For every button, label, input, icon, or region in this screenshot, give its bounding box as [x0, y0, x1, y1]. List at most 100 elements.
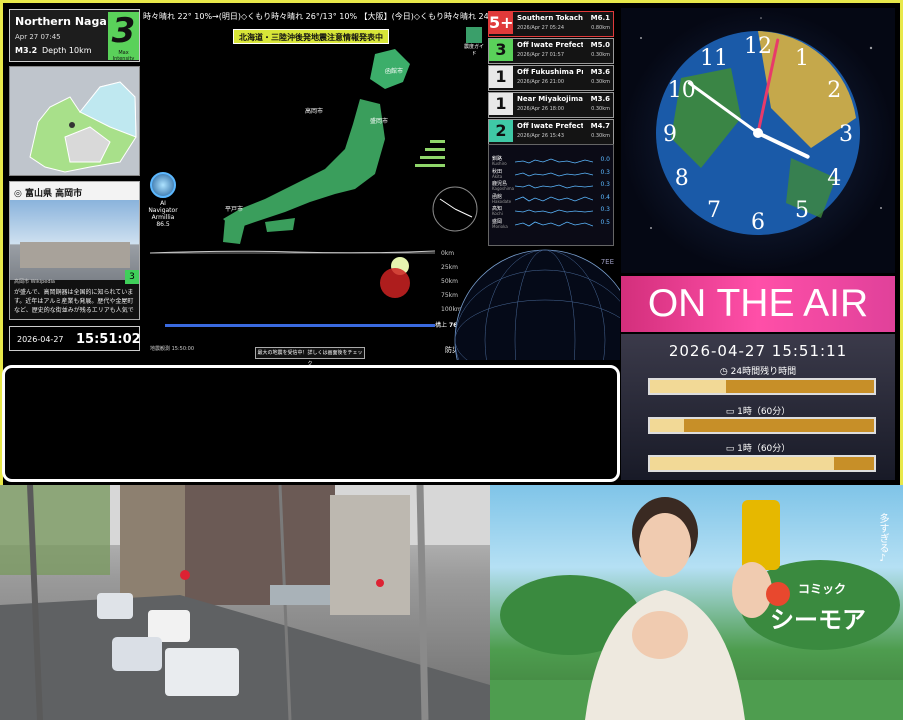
list-date: 2026/Apr 27 01:57 — [517, 52, 565, 58]
caption-box — [2, 365, 620, 482]
bar-label: ▭ 1時（60分） — [725, 444, 791, 454]
list-depth: 0.30km — [591, 133, 610, 139]
list-place: Near Miyakojima — [517, 95, 583, 103]
city-info-card[interactable]: ◎ 富山県 高岡市 3 高岡市 Wikipedia が盛んで、高岡銅器は全国的に… — [9, 181, 140, 320]
seismo-row: 釧路 Kushiro 0.0 — [492, 156, 610, 166]
location-pin-icon: ◎ — [14, 189, 25, 199]
city-description: が盛んで、高岡銅器は全国的に知られています。近年はアルミ産業も発展。歴代や金屋町… — [14, 289, 134, 314]
progress-fill — [650, 419, 684, 432]
quake-date: Apr 27 07:45 — [15, 33, 61, 41]
list-item[interactable]: 5+ Southern Tokachi I 2026/Apr 27 05:24 … — [488, 11, 614, 37]
ad-tagline: 多すぎる♪ — [877, 513, 888, 564]
clock-number: 1 — [795, 46, 809, 71]
progress-bar — [648, 455, 876, 472]
seismo-row: 函館 Hakodate 0.4 — [492, 193, 610, 204]
list-item[interactable]: 3 Off Iwate Prefectur 2026/Apr 27 01:57 … — [488, 38, 614, 64]
weather-ticker: 時々晴れ 22° 10%→(明日)◇くもり時々晴れ 26°/13° 10% 【大… — [143, 12, 488, 21]
clock-number: 9 — [663, 122, 677, 147]
quake-place: Northern Naga — [15, 15, 107, 28]
grid-icon — [466, 27, 482, 43]
bar-label: ▭ 1時（60分） — [725, 407, 791, 417]
list-date: 2026/Apr 26 21:00 — [517, 79, 565, 85]
on-the-air-banner: ON THE AIR — [621, 276, 895, 332]
city-badge: 3 — [125, 270, 139, 284]
region-map — [9, 66, 140, 176]
detail-check-button[interactable]: 最大の地震を受信中！詳しくは画面後をチェック — [255, 347, 365, 367]
list-mag: M4.7 — [590, 122, 610, 130]
progress-fill — [650, 457, 834, 470]
globe-grid — [454, 249, 620, 360]
list-mag: M5.0 — [590, 41, 610, 49]
local-date: 2026-04-27 — [17, 335, 64, 344]
list-date: 2026/Apr 26 18:00 — [517, 106, 565, 112]
list-mag: M6.1 — [590, 14, 610, 22]
list-depth: 0.30km — [591, 52, 610, 58]
intensity-value: 3 — [111, 11, 136, 51]
list-intensity: 2 — [489, 120, 513, 142]
list-date: 2026/Apr 27 05:24 — [517, 25, 565, 31]
list-item[interactable]: 1 Near Miyakojima 2026/Apr 26 18:00 M3.6… — [488, 92, 614, 118]
ai-navigator[interactable]: AI Navigator Armillia 86.5 — [145, 172, 181, 228]
seismo-row: 高知 Kochi 0.3 — [492, 206, 610, 216]
local-time: 15:51:02 — [76, 332, 141, 347]
seismo-row: 鹿児島 Kagoshima 0.3 — [492, 181, 610, 191]
map-label: 高岡市 — [305, 108, 324, 115]
city-photo: 3 — [10, 200, 139, 284]
list-place: Off Iwate Prefectur — [517, 122, 583, 130]
compass-icon — [432, 186, 478, 232]
list-item[interactable]: 2 Off Iwate Prefectur 2026/Apr 26 15:43 … — [488, 119, 614, 145]
clock-number: 7 — [707, 198, 721, 223]
list-mag: M3.6 — [590, 95, 610, 103]
logo-big: シーモア — [770, 606, 866, 634]
quake-magnitude: M3.2 — [15, 46, 38, 55]
progress-bar — [648, 378, 876, 395]
seismo-row: 秋田 Akita 0.3 — [492, 168, 610, 179]
seismo-row: 盛岡 Morioka 0.5 — [492, 218, 610, 229]
clock-number: 8 — [675, 166, 689, 191]
list-place: Off Iwate Prefectur — [517, 41, 583, 49]
graph-clock: 地震観測 15:50:00 — [150, 346, 195, 352]
list-depth: 0.30km — [591, 79, 610, 85]
depth-graph: 0km 25km 50km 75km 100km 構上 76km — [145, 248, 485, 333]
live-camera-view — [0, 485, 490, 720]
region-map-shape — [29, 81, 137, 173]
clock-number: 4 — [827, 166, 841, 191]
ai-nav-title: AI Navigator — [148, 200, 178, 214]
tv-icon: ▭ — [725, 444, 738, 454]
max-intensity-badge: 3 Max Intensity — [108, 11, 139, 62]
analog-clock: 12 1 2 3 4 5 6 7 8 9 10 11 — [621, 8, 895, 273]
map-label: 平戸市 — [225, 206, 244, 213]
quake-history-list: 5+ Southern Tokachi I 2026/Apr 27 05:24 … — [488, 11, 614, 146]
list-intensity: 5+ — [489, 12, 514, 34]
list-mag: M3.6 — [590, 68, 610, 76]
list-depth: 0.30km — [591, 106, 610, 112]
city-name: 富山県 高岡市 — [25, 189, 83, 199]
list-depth: 0.80km — [591, 25, 610, 31]
clock-number: 5 — [795, 198, 809, 223]
quake-depth: Depth 10km — [42, 46, 92, 55]
clock-number: 2 — [827, 78, 841, 103]
list-intensity: 3 — [489, 39, 513, 61]
orbit-icon — [150, 172, 176, 198]
list-place: Southern Tokachi I — [517, 14, 583, 22]
broadcast-datetime: 2026-04-27 15:51:11 — [668, 342, 848, 360]
map-label: 函館市 — [385, 68, 404, 75]
advertisement-video[interactable]: コミック シーモア 多すぎる♪ — [490, 485, 903, 720]
list-intensity: 1 — [489, 93, 513, 115]
clock-number: 10 — [668, 78, 696, 103]
latest-quake-card[interactable]: Northern Naga Apr 27 07:45 M3.2 Depth 10… — [9, 9, 140, 62]
list-item[interactable]: 1 Off Fukushima Pre 2026/Apr 26 21:00 M3… — [488, 65, 614, 91]
laptop-icon: ▭ — [725, 407, 738, 417]
clock-face: 12 12 3 45 6 78 9 1011 — [640, 17, 882, 235]
list-date: 2026/Apr 26 15:43 — [517, 133, 565, 139]
list-intensity: 1 — [489, 66, 513, 88]
bar-label: ◷ 24時間残り時間 — [719, 367, 797, 377]
globe-label: 7EE — [600, 258, 614, 266]
city-title: ◎ 富山県 高岡市 — [10, 182, 139, 200]
local-clock: 2026-04-27 15:51:02 — [9, 326, 141, 351]
clock-icon: ◷ — [719, 367, 731, 377]
wire-globe: 7EE — [445, 230, 620, 360]
logo-small: コミック — [798, 582, 847, 596]
progress-fill — [650, 380, 727, 393]
clock-number: 11 — [700, 46, 728, 71]
